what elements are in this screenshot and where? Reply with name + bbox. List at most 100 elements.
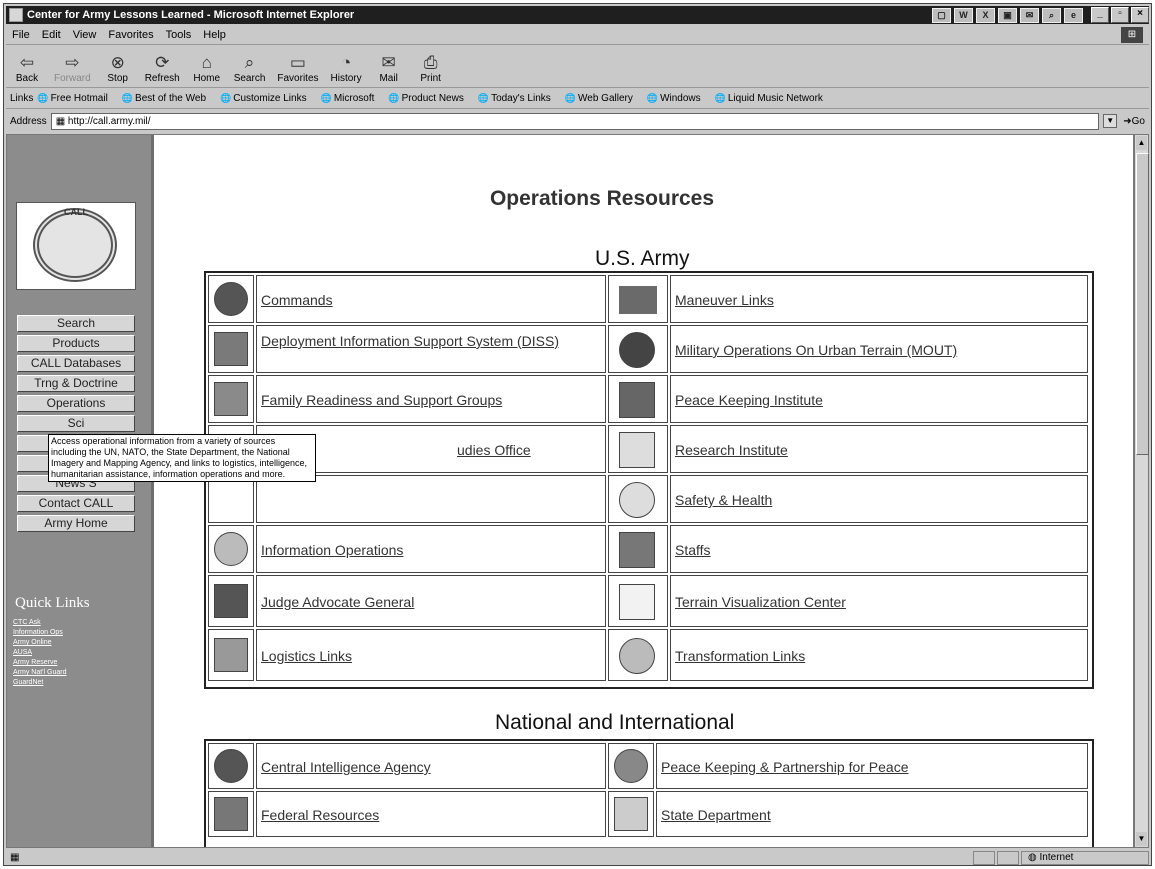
link-peace-partnership[interactable]: Peace Keeping & Partnership for Peace — [661, 759, 909, 775]
link-terrain-visualization[interactable]: Terrain Visualization Center — [675, 594, 846, 610]
nav-trng-doctrine[interactable]: Trng & Doctrine — [17, 375, 135, 392]
commands-icon — [214, 282, 248, 316]
call-logo[interactable]: CALL — [16, 202, 136, 290]
link-commands[interactable]: Commands — [261, 292, 333, 308]
quick-link[interactable]: GuardNet — [13, 679, 43, 686]
link-diss[interactable]: Deployment Information Support System (D… — [261, 333, 591, 349]
table-cell: Information Operations — [256, 525, 606, 573]
link-cia[interactable]: Central Intelligence Agency — [261, 759, 431, 775]
quick-link[interactable]: AUSA — [13, 649, 32, 656]
table-cell: Federal Resources — [256, 791, 606, 837]
table-cell — [208, 791, 254, 837]
mail-icon: ✉ — [381, 53, 396, 72]
search-button[interactable]: ⌕ Search — [234, 53, 266, 84]
table-cell: Logistics Links — [256, 629, 606, 681]
nav-army-home[interactable]: Army Home — [17, 515, 135, 532]
family-icon — [214, 382, 248, 416]
tray-icon[interactable]: ▣ — [998, 7, 1017, 23]
link-free-hotmail[interactable]: Free Hotmail — [37, 93, 108, 104]
tray-icon[interactable]: X — [976, 7, 995, 23]
print-button[interactable]: ⎙ Print — [416, 53, 446, 84]
nav-sci[interactable]: Sci — [17, 415, 135, 432]
home-button[interactable]: ⌂ Home — [192, 53, 222, 84]
state-dept-seal-icon — [614, 797, 648, 831]
quick-link[interactable]: Army Online — [13, 639, 52, 646]
table-cell — [608, 525, 668, 573]
scroll-thumb[interactable] — [1136, 153, 1149, 455]
nav-contact-call[interactable]: Contact CALL — [17, 495, 135, 512]
tray-icon[interactable]: e — [1064, 7, 1083, 23]
tray-icon[interactable]: W — [954, 7, 973, 23]
quick-links-title: Quick Links — [15, 595, 90, 611]
link-windows[interactable]: Windows — [647, 93, 701, 104]
address-url: http://call.army.mil/ — [67, 115, 151, 127]
link-state-department[interactable]: State Department — [661, 807, 771, 823]
link-staffs[interactable]: Staffs — [675, 542, 711, 558]
link-studies-office[interactable]: udies Office — [457, 442, 531, 458]
menu-help[interactable]: Help — [197, 29, 232, 41]
menu-edit[interactable]: Edit — [36, 29, 67, 41]
quick-link[interactable]: Army Reserve — [13, 659, 57, 666]
folder-icon: ▭ — [289, 53, 306, 72]
federal-icon — [214, 797, 248, 831]
vertical-scrollbar[interactable]: ▲ ▼ — [1134, 134, 1149, 848]
link-logistics[interactable]: Logistics Links — [261, 648, 352, 664]
tray-icon[interactable]: ▢ — [932, 7, 951, 23]
address-dropdown-icon[interactable]: ▼ — [1103, 114, 1118, 128]
nav-call-databases[interactable]: CALL Databases — [17, 355, 135, 372]
forward-button[interactable]: ⇨ Forward — [54, 53, 91, 84]
link-peace-keeping-institute[interactable]: Peace Keeping Institute — [675, 392, 823, 408]
tray-icon[interactable]: ⌕ — [1042, 7, 1061, 23]
go-button[interactable]: ➜Go — [1123, 116, 1145, 127]
link-mout[interactable]: Military Operations On Urban Terrain (MO… — [675, 342, 957, 358]
link-product-news[interactable]: Product News — [388, 93, 464, 104]
nav-products[interactable]: Products — [17, 335, 135, 352]
stop-button[interactable]: ⊗ Stop — [103, 53, 133, 84]
link-microsoft[interactable]: Microsoft — [321, 93, 375, 104]
table-cell: Peace Keeping & Partnership for Peace — [656, 743, 1088, 789]
menu-favorites[interactable]: Favorites — [102, 29, 159, 41]
favorites-button[interactable]: ▭ Favorites — [277, 53, 318, 84]
table-cell — [608, 575, 668, 627]
mail-button[interactable]: ✉ Mail — [374, 53, 404, 84]
scroll-up-icon[interactable]: ▲ — [1136, 136, 1147, 150]
link-best-of-web[interactable]: Best of the Web — [122, 93, 206, 104]
link-web-gallery[interactable]: Web Gallery — [565, 93, 633, 104]
link-family-readiness[interactable]: Family Readiness and Support Groups — [261, 392, 502, 408]
scroll-down-icon[interactable]: ▼ — [1136, 832, 1147, 846]
history-icon: ◔ — [340, 53, 352, 72]
link-maneuver[interactable]: Maneuver Links — [675, 292, 774, 308]
table-cell — [608, 475, 668, 523]
link-research-institute[interactable]: Research Institute — [675, 442, 788, 458]
staffs-icon — [619, 532, 655, 568]
minimize-button[interactable]: _ — [1091, 7, 1109, 23]
refresh-icon: ⟳ — [155, 53, 170, 72]
title-bar: Center for Army Lessons Learned - Micros… — [6, 6, 1149, 24]
refresh-button[interactable]: ⟳ Refresh — [145, 53, 180, 84]
link-transformation[interactable]: Transformation Links — [675, 648, 805, 664]
section-national-international: National and International — [495, 711, 735, 734]
address-input[interactable]: ▦ http://call.army.mil/ — [50, 112, 1100, 130]
link-customize[interactable]: Customize Links — [220, 93, 306, 104]
nav-operations[interactable]: Operations — [17, 395, 135, 412]
tray-icon[interactable]: ✉ — [1020, 7, 1039, 23]
menu-view[interactable]: View — [67, 29, 103, 41]
quick-link[interactable]: Army Nat'l Guard — [13, 669, 66, 676]
menu-file[interactable]: File — [6, 29, 36, 41]
link-judge-advocate[interactable]: Judge Advocate General — [261, 594, 414, 610]
table-cell — [608, 791, 654, 837]
link-todays-links[interactable]: Today's Links — [478, 93, 551, 104]
history-button[interactable]: ◔ History — [331, 53, 362, 84]
maximize-button[interactable]: ▫ — [1111, 7, 1129, 23]
link-information-operations[interactable]: Information Operations — [261, 542, 403, 558]
close-button[interactable]: × — [1131, 7, 1149, 23]
menu-tools[interactable]: Tools — [160, 29, 198, 41]
nav-search[interactable]: Search — [17, 315, 135, 332]
back-button[interactable]: ⇦ Back — [12, 53, 42, 84]
quick-link[interactable]: Information Ops — [13, 629, 63, 636]
link-federal-resources[interactable]: Federal Resources — [261, 807, 379, 823]
link-liquid-music[interactable]: Liquid Music Network — [715, 93, 823, 104]
link-safety-health[interactable]: Safety & Health — [675, 492, 772, 508]
jag-icon — [214, 584, 248, 618]
quick-link[interactable]: CTC Ask — [13, 619, 41, 626]
